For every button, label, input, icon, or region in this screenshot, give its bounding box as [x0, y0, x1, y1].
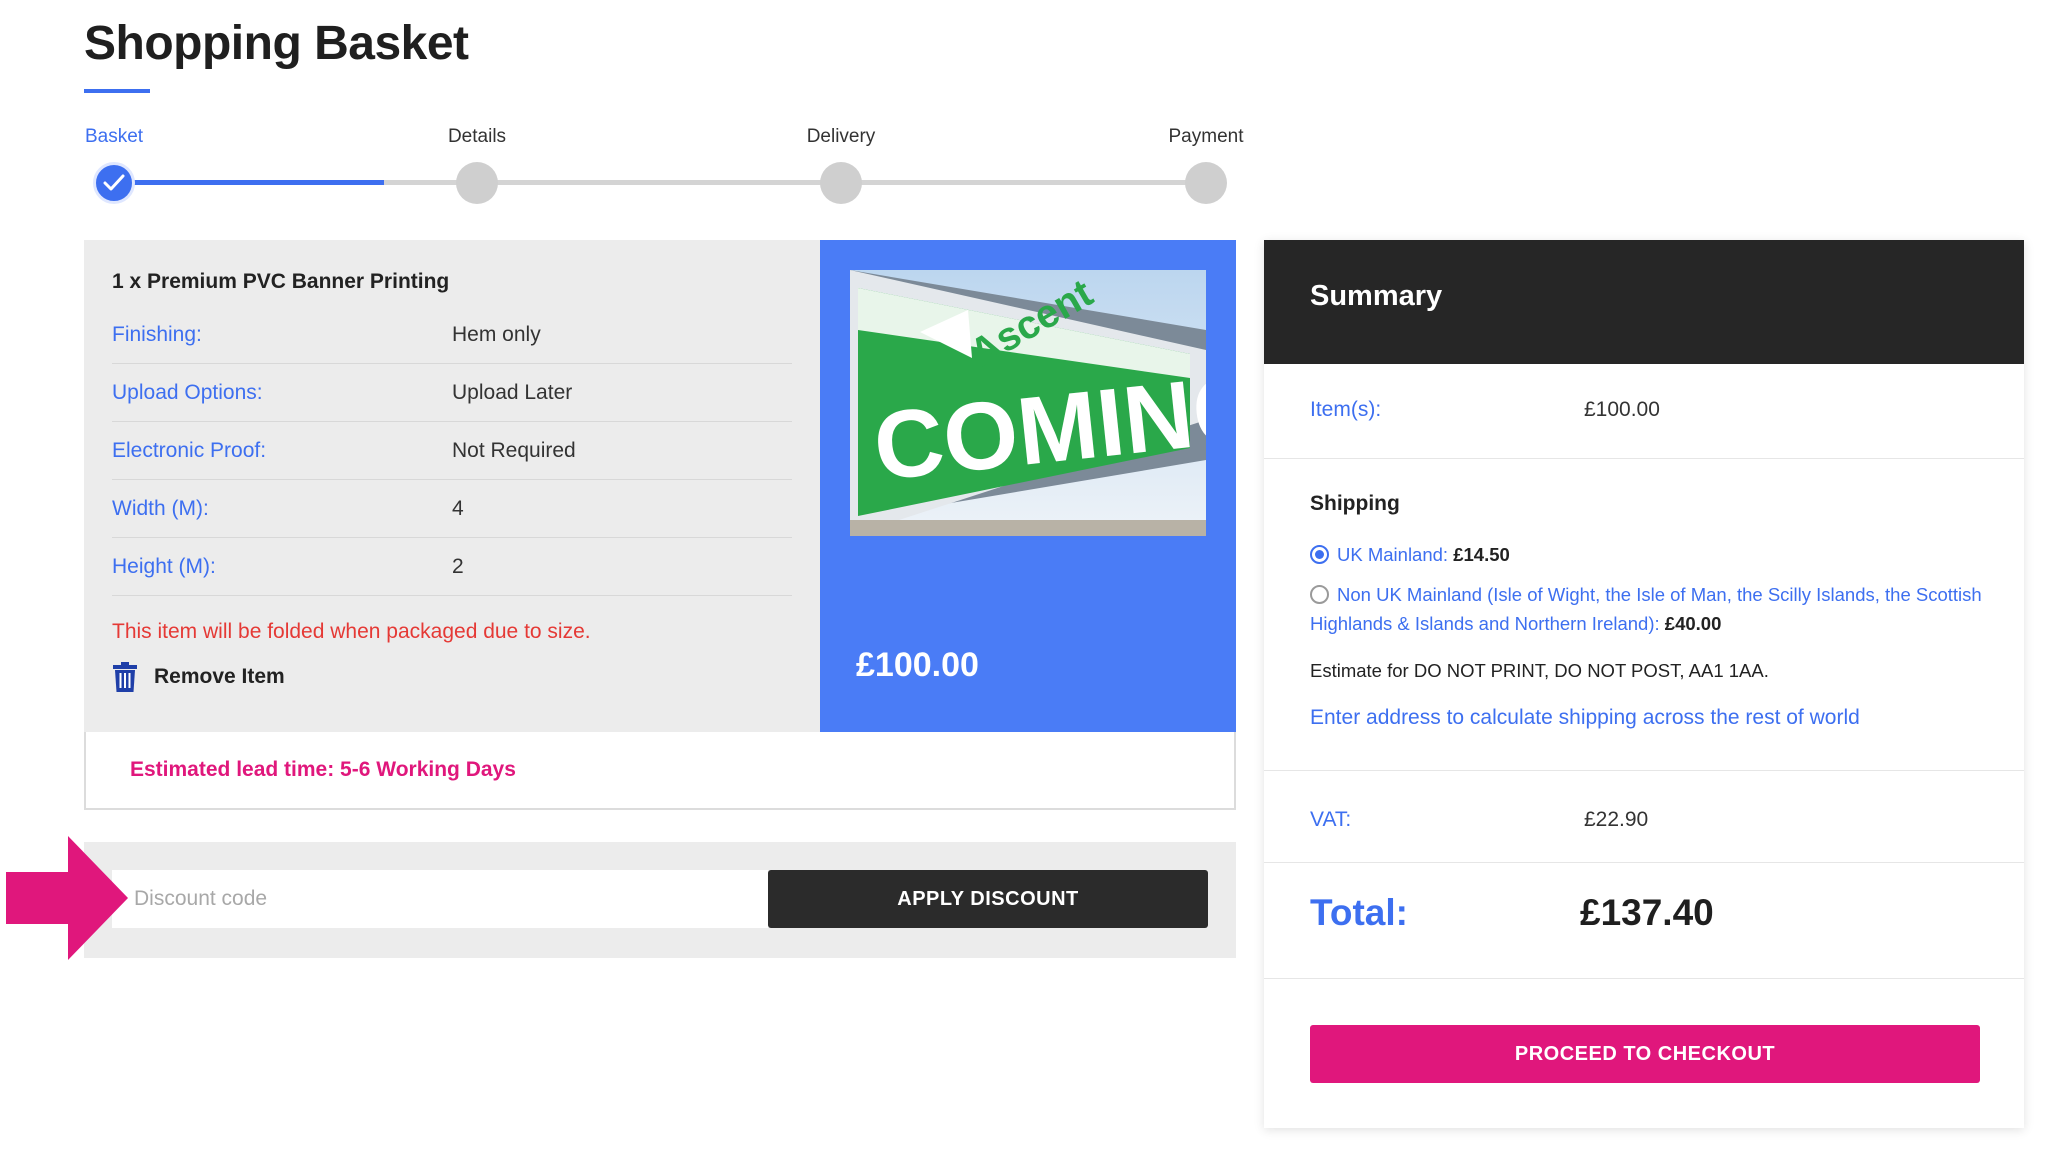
fold-warning: This item will be folded when packaged d…	[112, 620, 591, 643]
product-image: COMING SO Ascent	[850, 270, 1206, 536]
checkmark-icon	[103, 174, 125, 191]
items-label: Item(s):	[1310, 398, 1382, 421]
shipping-option-price: £40.00	[1664, 613, 1722, 634]
remove-item-label: Remove Item	[154, 665, 285, 688]
summary-title: Summary	[1310, 280, 1443, 312]
discount-panel: APPLY DISCOUNT	[84, 842, 1236, 958]
shipping-estimate-note: Estimate for DO NOT PRINT, DO NOT POST, …	[1310, 660, 1769, 681]
divider	[1264, 770, 2024, 771]
shipping-option-non-uk-mainland[interactable]: Non UK Mainland (Isle of Wight, the Isle…	[1310, 580, 1990, 638]
shipping-option-uk-mainland[interactable]: UK Mainland: £14.50	[1310, 540, 1990, 569]
option-row-proof: Electronic Proof: Not Required	[112, 422, 792, 480]
option-key: Width (M):	[112, 496, 209, 520]
radio-unselected-icon[interactable]	[1310, 585, 1329, 604]
shipping-option-label: Non UK Mainland (Isle of Wight, the Isle…	[1310, 584, 1982, 634]
summary-items-row: Item(s): £100.00	[1310, 398, 1990, 422]
option-value: Upload Later	[452, 380, 573, 404]
option-key: Electronic Proof:	[112, 438, 267, 462]
discount-code-input[interactable]	[112, 870, 768, 928]
shipping-option-label: UK Mainland:	[1337, 544, 1449, 565]
item-title: 1 x Premium PVC Banner Printing	[112, 270, 450, 293]
trash-icon	[113, 662, 137, 692]
option-key: Upload Options:	[112, 380, 263, 404]
option-row-upload: Upload Options: Upload Later	[112, 364, 792, 422]
option-row-width: Width (M): 4	[112, 480, 792, 538]
option-row-finishing: Finishing: Hem only	[112, 306, 792, 364]
apply-discount-button[interactable]: APPLY DISCOUNT	[768, 870, 1208, 928]
option-value: 4	[452, 496, 464, 520]
divider	[1264, 458, 2024, 459]
total-label: Total:	[1310, 892, 1408, 933]
vat-value: £22.90	[1584, 808, 1649, 831]
item-price-panel: COMING SO Ascent £100.00	[820, 240, 1236, 732]
arrow-pointer-icon	[6, 836, 128, 960]
option-value: Not Required	[452, 438, 576, 462]
step-basket-label[interactable]: Basket	[85, 126, 143, 148]
order-summary: Summary Item(s): £100.00 Shipping UK Mai…	[1264, 240, 2024, 1128]
remove-item-button[interactable]: Remove Item	[112, 662, 285, 692]
shipping-title: Shipping	[1310, 492, 1400, 515]
lead-time-text: Estimated lead time: 5-6 Working Days	[130, 758, 516, 781]
summary-header: Summary	[1264, 240, 2024, 364]
title-underline	[84, 89, 150, 93]
summary-total-row: Total: £137.40	[1310, 892, 1714, 934]
total-value: £137.40	[1580, 892, 1714, 933]
option-key: Height (M):	[112, 554, 216, 578]
option-value: 2	[452, 554, 464, 578]
calculate-shipping-link[interactable]: Enter address to calculate shipping acro…	[1310, 706, 1860, 730]
basket-item: 1 x Premium PVC Banner Printing Finishin…	[84, 240, 820, 732]
stepper-progress	[112, 180, 384, 185]
option-value: Hem only	[452, 322, 541, 346]
lead-time-box: Estimated lead time: 5-6 Working Days	[84, 732, 1236, 810]
proceed-to-checkout-button[interactable]: PROCEED TO CHECKOUT	[1310, 1025, 1980, 1083]
radio-selected-icon[interactable]	[1310, 545, 1329, 564]
divider	[1264, 862, 2024, 863]
step-payment-dot	[1185, 162, 1227, 204]
step-details-label: Details	[447, 126, 507, 147]
divider	[1264, 978, 2024, 979]
checkout-stepper: Basket Details Delivery Payment	[84, 126, 1254, 206]
step-basket-dot[interactable]	[93, 162, 135, 204]
summary-vat-row: VAT: £22.90	[1310, 808, 1990, 832]
step-payment-label: Payment	[1168, 126, 1244, 147]
step-delivery-label: Delivery	[806, 126, 876, 147]
item-price: £100.00	[856, 646, 979, 684]
items-value: £100.00	[1584, 398, 1660, 421]
shipping-option-price: £14.50	[1453, 544, 1510, 565]
vat-label: VAT:	[1310, 808, 1352, 831]
step-delivery-dot	[820, 162, 862, 204]
option-row-height: Height (M): 2	[112, 538, 792, 596]
step-details-dot	[456, 162, 498, 204]
option-key: Finishing:	[112, 322, 202, 346]
page-title: Shopping Basket	[84, 17, 469, 70]
